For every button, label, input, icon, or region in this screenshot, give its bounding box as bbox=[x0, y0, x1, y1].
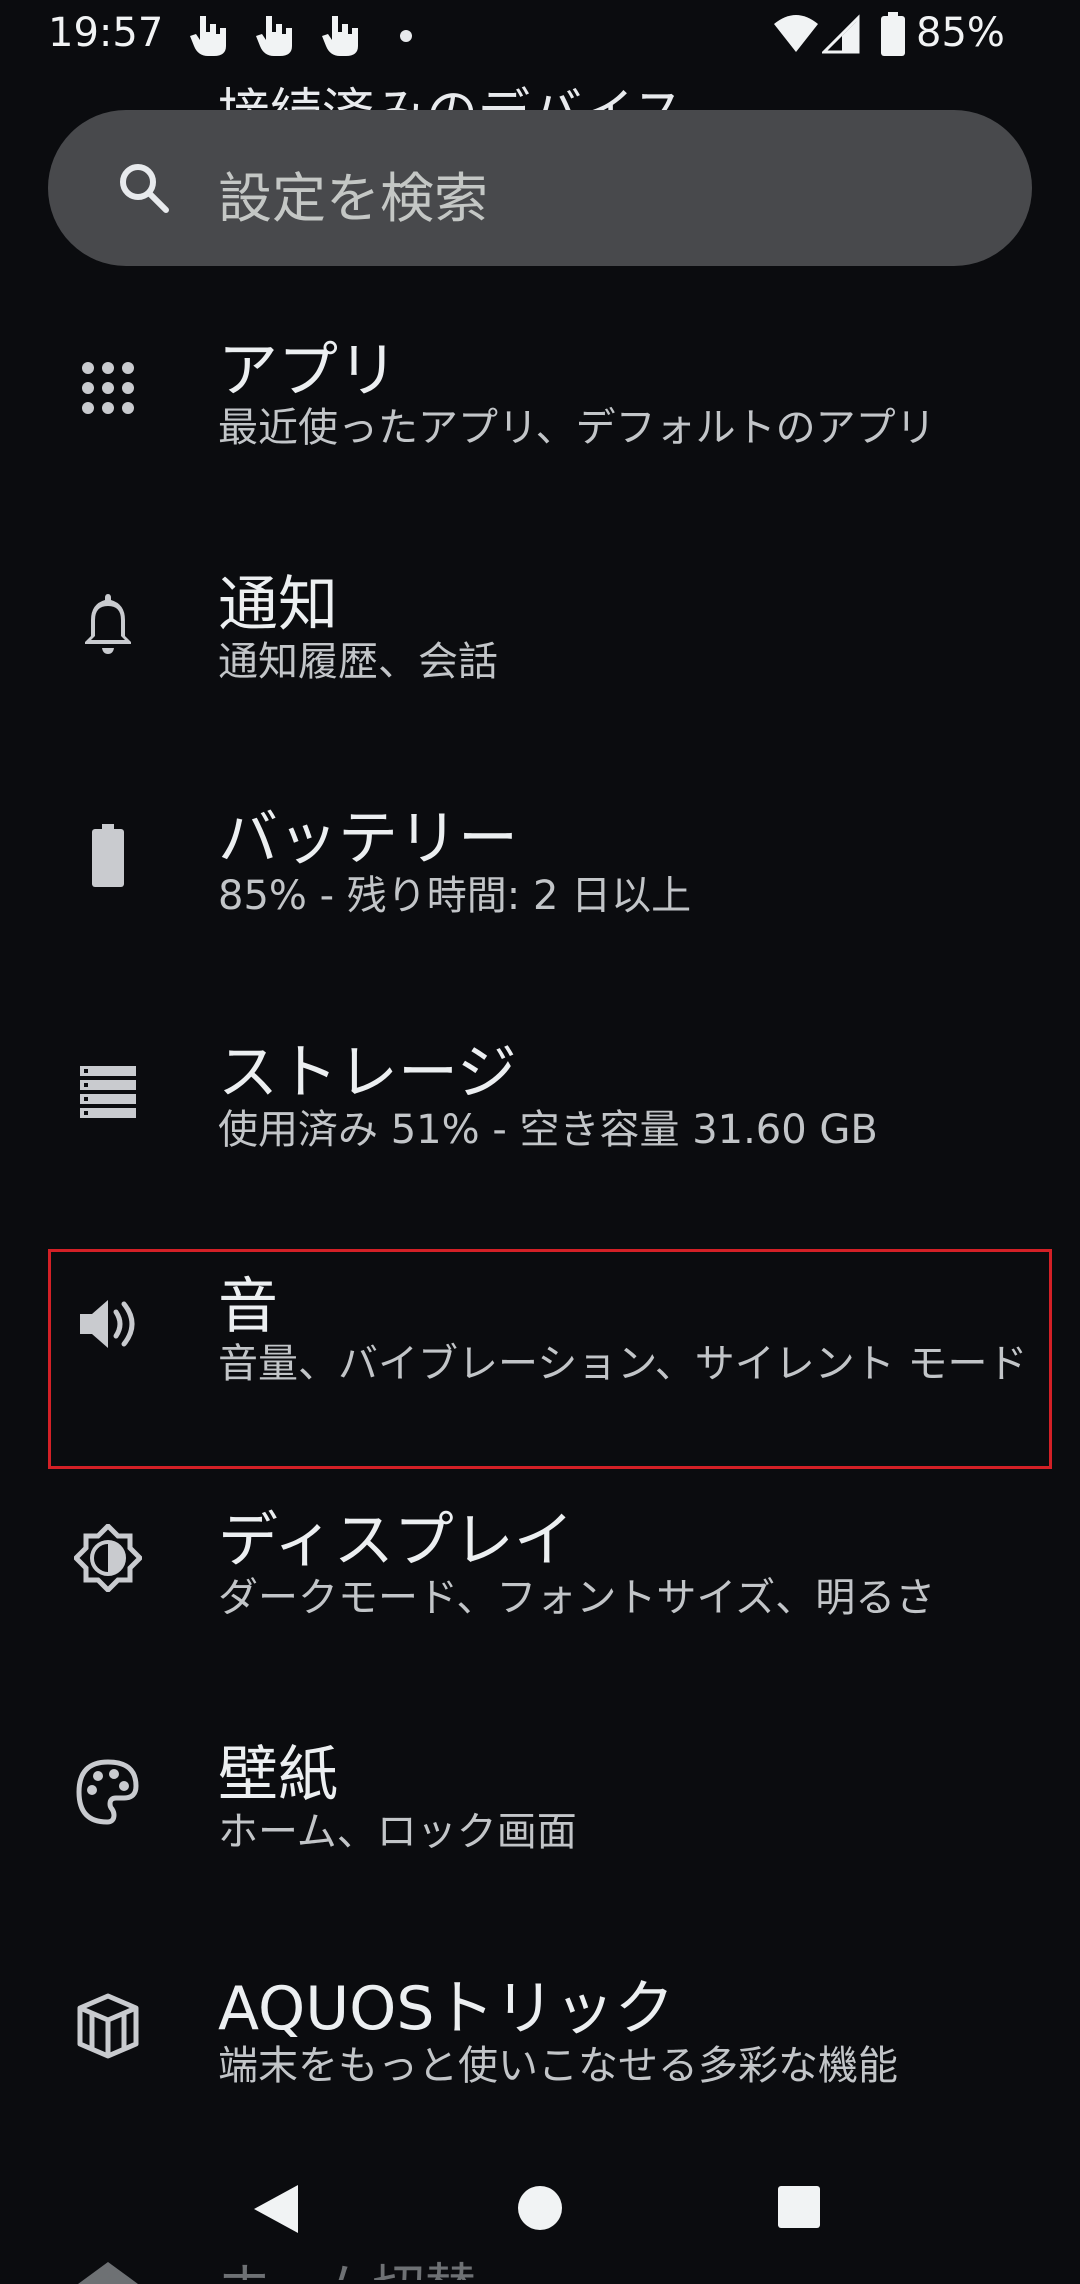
item-summary: ホーム、ロック画面 bbox=[218, 1809, 577, 1855]
item-summary: 使用済み 51% - 空き容量 31.60 GB bbox=[218, 1107, 878, 1153]
storage-icon bbox=[80, 1066, 136, 1118]
settings-item-wallpaper[interactable]: 壁紙 ホーム、ロック画面 bbox=[0, 1714, 1080, 1948]
home-button[interactable] bbox=[518, 2186, 562, 2230]
status-bar: 19:57 85% bbox=[0, 0, 1080, 74]
recents-button[interactable] bbox=[778, 2186, 820, 2228]
item-summary: ダークモード、フォントサイズ、明るさ bbox=[218, 1575, 936, 1621]
cube-icon bbox=[77, 1993, 139, 2059]
brightness-icon bbox=[74, 1524, 142, 1592]
settings-item-display[interactable]: ディスプレイ ダークモード、フォントサイズ、明るさ bbox=[0, 1480, 1080, 1714]
battery-percentage: 85% bbox=[916, 10, 1005, 56]
touch-gesture-icon bbox=[256, 16, 292, 56]
item-title: AQUOSトリック bbox=[218, 1974, 675, 2044]
back-button[interactable] bbox=[254, 2185, 298, 2233]
item-title: バッテリー bbox=[218, 804, 518, 874]
settings-item-notifications[interactable]: 通知 通知履歴、会話 bbox=[0, 544, 1080, 778]
signal-icon bbox=[822, 14, 860, 54]
item-summary: 通知履歴、会話 bbox=[218, 639, 498, 685]
settings-item-apps[interactable]: アプリ 最近使ったアプリ、デフォルトのアプリ bbox=[0, 310, 1080, 544]
item-title: 壁紙 bbox=[218, 1740, 338, 1810]
apps-grid-icon bbox=[82, 362, 134, 414]
battery-icon bbox=[92, 824, 124, 887]
highlight-box bbox=[48, 1249, 1052, 1469]
bell-icon bbox=[85, 594, 131, 654]
settings-item-battery[interactable]: バッテリー 85% - 残り時間: 2 日以上 bbox=[0, 778, 1080, 1012]
item-title: アプリ bbox=[218, 336, 398, 406]
touch-gesture-icon bbox=[190, 16, 226, 56]
navigation-bar: ホーム切替 bbox=[0, 2150, 1080, 2284]
item-summary: 端末をもっと使いこなせる多彩な機能 bbox=[218, 2043, 898, 2089]
palette-icon bbox=[76, 1759, 139, 1825]
item-summary: 85% - 残り時間: 2 日以上 bbox=[218, 873, 692, 919]
settings-list: アプリ 最近使ったアプリ、デフォルトのアプリ 通知 通知履歴、会話 バッテリー … bbox=[0, 310, 1080, 2182]
item-title: 通知 bbox=[218, 570, 338, 640]
search-placeholder: 設定を検索 bbox=[218, 167, 488, 230]
more-notifications-dot bbox=[400, 30, 412, 42]
partial-item-title: ホーム切替 bbox=[218, 2246, 476, 2280]
settings-item-aquos-trick[interactable]: AQUOSトリック 端末をもっと使いこなせる多彩な機能 bbox=[0, 1948, 1080, 2182]
wifi-icon bbox=[774, 15, 818, 52]
status-time: 19:57 bbox=[48, 10, 164, 56]
item-summary: 最近使ったアプリ、デフォルトのアプリ bbox=[218, 405, 936, 451]
item-title: ディスプレイ bbox=[218, 1506, 574, 1576]
touch-gesture-icon bbox=[322, 16, 358, 56]
search-bar[interactable]: 設定を検索 bbox=[48, 110, 1032, 266]
home-icon bbox=[78, 2262, 138, 2284]
battery-status-icon bbox=[881, 12, 905, 56]
search-icon bbox=[120, 164, 169, 213]
settings-item-storage[interactable]: ストレージ 使用済み 51% - 空き容量 31.60 GB bbox=[0, 1012, 1080, 1246]
item-title: ストレージ bbox=[218, 1038, 517, 1108]
